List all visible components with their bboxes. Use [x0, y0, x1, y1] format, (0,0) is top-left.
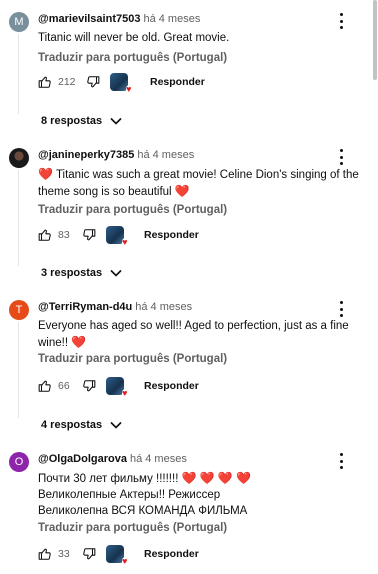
- heart-emoji: ❤️: [236, 471, 252, 485]
- avatar[interactable]: T: [9, 300, 29, 320]
- author-handle[interactable]: @janineperky7385: [38, 149, 134, 161]
- chevron-down-icon: [110, 421, 122, 429]
- comment-thread: M @marievilsaint7503 há 4 meses Titanic w…: [0, 0, 378, 574]
- like-count: 33: [58, 548, 70, 560]
- heart-emoji: ❤️: [199, 471, 215, 485]
- like-count: 83: [58, 229, 70, 241]
- comment: O @OlgaDolgarova há 4 meses Почти 30 лет …: [0, 452, 370, 570]
- replies-label: 8 respostas: [41, 115, 103, 127]
- heart-emoji: ❤️: [38, 167, 53, 181]
- thumb-down-icon[interactable]: [82, 228, 96, 242]
- heart-emoji: ❤️: [217, 471, 233, 485]
- thumb-up-icon[interactable]: [38, 228, 52, 242]
- comment-header: @OlgaDolgarova há 4 meses: [38, 453, 187, 465]
- chevron-down-icon: [110, 269, 122, 277]
- creator-heart-icon: ♥: [125, 84, 132, 94]
- comment-line: ❤️ Titanic was such a great movie! Celin…: [38, 167, 359, 181]
- creator-heart-icon: ♥: [121, 556, 128, 566]
- translate-link[interactable]: Traduzir para português (Portugal): [38, 204, 227, 216]
- comment-line: Почти 30 лет фильму !!!!!!! ❤️ ❤️ ❤️ ❤️: [38, 471, 252, 485]
- thumb-down-icon[interactable]: [82, 547, 96, 561]
- comment: T @TerriRyman-d4u há 4 meses Everyone has…: [0, 300, 370, 431]
- translate-link[interactable]: Traduzir para português (Portugal): [38, 522, 227, 534]
- thumb-up-icon[interactable]: [38, 547, 52, 561]
- comment-time[interactable]: há 4 meses: [130, 453, 187, 465]
- author-handle[interactable]: @OlgaDolgarova: [38, 453, 127, 465]
- reply-button[interactable]: Responder: [144, 229, 199, 241]
- like-count: 66: [58, 380, 70, 392]
- replies-label: 4 respostas: [41, 419, 103, 431]
- reply-button[interactable]: Responder: [150, 76, 205, 88]
- more-vert-icon[interactable]: [336, 12, 346, 30]
- thumb-up-icon[interactable]: [38, 75, 52, 89]
- thumb-down-icon[interactable]: [82, 379, 96, 393]
- comment: M @marievilsaint7503 há 4 meses Titanic w…: [0, 12, 370, 127]
- avatar[interactable]: [9, 148, 29, 168]
- comment-header: @TerriRyman-d4u há 4 meses: [38, 301, 192, 313]
- comment-line: Великолепные Актеры!! Режиссер: [38, 489, 221, 501]
- view-replies-button[interactable]: 4 respostas: [41, 419, 122, 431]
- comment-text: ❤️ Titanic was such a great movie! Celin…: [38, 166, 359, 200]
- heart-emoji: ❤️: [71, 335, 87, 349]
- comment-header: @janineperky7385 há 4 meses: [38, 149, 194, 161]
- creator-avatar: ♥: [110, 73, 132, 94]
- comment-line: theme song is so beautiful ❤️: [38, 184, 190, 198]
- comment-time[interactable]: há 4 meses: [143, 13, 200, 25]
- comment-line: Titanic will never be old. Great movie.: [38, 32, 230, 44]
- avatar[interactable]: M: [9, 12, 29, 32]
- avatar[interactable]: O: [9, 452, 29, 472]
- heart-emoji: ❤️: [174, 184, 190, 198]
- like-count: 212: [58, 76, 76, 88]
- chevron-down-icon: [110, 117, 122, 125]
- view-replies-button[interactable]: 3 respostas: [41, 267, 122, 279]
- creator-heart-icon: ♥: [121, 388, 128, 398]
- comment-text: Почти 30 лет фильму !!!!!!! ❤️ ❤️ ❤️ ❤️ …: [38, 470, 358, 519]
- creator-avatar: ♥: [106, 226, 128, 247]
- comment-time[interactable]: há 4 meses: [137, 149, 194, 161]
- comment-line: wine!! ❤️: [38, 335, 87, 349]
- comment-text: Everyone has aged so well!! Aged to perf…: [38, 318, 358, 351]
- translate-link[interactable]: Traduzir para português (Portugal): [38, 52, 227, 64]
- comment: @janineperky7385 há 4 meses ❤️ Titanic wa…: [0, 148, 370, 279]
- author-handle[interactable]: @TerriRyman-d4u: [38, 301, 132, 313]
- comment-time[interactable]: há 4 meses: [135, 301, 192, 313]
- scrollbar[interactable]: [372, 0, 378, 80]
- more-vert-icon[interactable]: [336, 452, 346, 470]
- author-handle[interactable]: @marievilsaint7503: [38, 13, 140, 25]
- thumb-up-icon[interactable]: [38, 379, 52, 393]
- view-replies-button[interactable]: 8 respostas: [41, 115, 122, 127]
- creator-heart-icon: ♥: [121, 237, 128, 247]
- creator-avatar: ♥: [106, 377, 128, 398]
- heart-emoji: ❤️: [181, 471, 197, 485]
- scrollbar-thumb[interactable]: [373, 0, 377, 80]
- creator-avatar: ♥: [106, 545, 128, 566]
- comment-header: @marievilsaint7503 há 4 meses: [38, 13, 200, 25]
- comment-text: Titanic will never be old. Great movie.: [38, 30, 358, 46]
- more-vert-icon[interactable]: [336, 148, 346, 166]
- replies-label: 3 respostas: [41, 267, 103, 279]
- comment-line: Everyone has aged so well!! Aged to perf…: [38, 320, 349, 332]
- reply-button[interactable]: Responder: [144, 548, 199, 560]
- reply-button[interactable]: Responder: [144, 380, 199, 392]
- translate-link[interactable]: Traduzir para português (Portugal): [38, 353, 227, 365]
- comment-line: Великолепна ВСЯ КОМАНДА ФИЛЬМА: [38, 505, 248, 517]
- thumb-down-icon[interactable]: [86, 75, 100, 89]
- more-vert-icon[interactable]: [336, 300, 346, 318]
